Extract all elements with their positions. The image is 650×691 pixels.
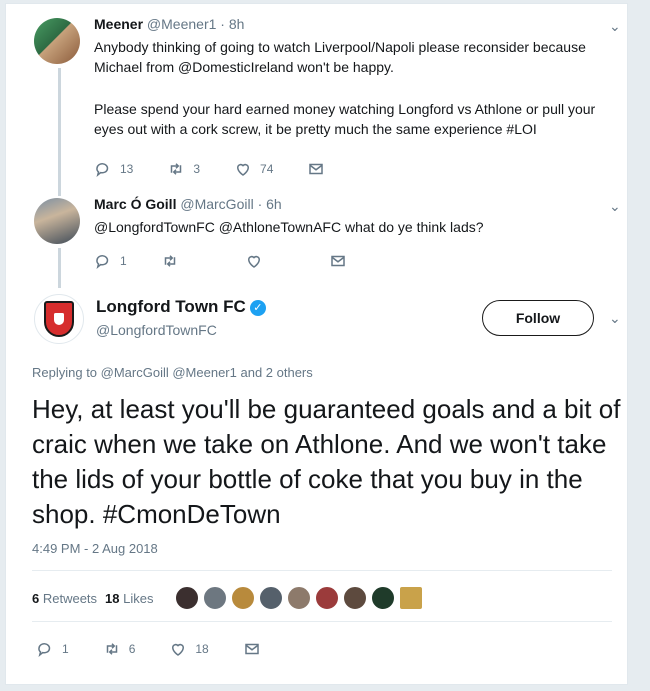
chevron-down-icon[interactable]: ⌄ (609, 310, 621, 327)
retweet-icon (106, 643, 117, 655)
divider (32, 621, 612, 622)
tweet-text: Please spend your hard earned money watc… (94, 101, 596, 137)
liker-avatar[interactable] (315, 586, 340, 610)
dm-button[interactable] (243, 640, 269, 658)
tweet-header: Meener @Meener1 · 8h (94, 15, 244, 33)
replying-suffix[interactable]: and 2 others (237, 365, 312, 380)
thread-line (58, 248, 61, 288)
tweet-actions: 1 (94, 252, 389, 270)
liker-avatar[interactable] (343, 586, 368, 610)
like-count: 18 (195, 642, 209, 656)
reply-icon (38, 643, 51, 657)
replying-users[interactable]: @MarcGoill @Meener1 (101, 365, 237, 380)
user-name[interactable]: Meener (94, 16, 143, 32)
liker-avatar[interactable] (371, 586, 396, 610)
like-button[interactable]: 74 (234, 160, 273, 178)
dm-button[interactable] (329, 252, 355, 270)
tweet-actions: 13 3 74 (94, 160, 367, 178)
dm-icon (309, 163, 324, 175)
dm-icon (244, 643, 259, 655)
retweet-label: Retweets (39, 590, 98, 606)
liker-avatar[interactable] (175, 586, 200, 610)
follow-button[interactable]: Follow (482, 300, 594, 336)
like-icon (237, 163, 250, 176)
liker-avatar[interactable] (259, 586, 284, 610)
divider (32, 570, 612, 571)
retweet-count: 3 (193, 162, 201, 176)
liker-avatar[interactable] (287, 586, 312, 610)
liker-avatar[interactable] (203, 586, 228, 610)
retweet-icon (164, 255, 175, 267)
avatar[interactable] (34, 18, 80, 64)
liker-avatar[interactable] (231, 586, 256, 610)
main-handle-row: @LongfordTownFC (96, 321, 217, 339)
reply-icon (96, 255, 109, 269)
user-name[interactable]: Longford Town FC (96, 297, 246, 316)
user-handle[interactable]: @Meener1 (147, 16, 216, 32)
likes-stat[interactable]: 18 Likes (105, 591, 153, 606)
tweet-thread-card: Meener @Meener1 · 8h ⌄ Anybody thinking … (5, 3, 628, 685)
dm-icon (330, 255, 345, 267)
verified-icon: ✓ (249, 299, 266, 316)
main-tweet-text: Hey, at least you'll be guaranteed goals… (32, 394, 621, 529)
liker-avatar[interactable] (399, 586, 424, 610)
retweet-button[interactable] (161, 252, 187, 270)
timestamp[interactable]: 4:49 PM - 2 Aug 2018 (32, 540, 158, 558)
retweets-stat[interactable]: 6 Retweets (32, 591, 97, 606)
like-button[interactable]: 18 (169, 640, 209, 658)
replying-prefix: Replying to (32, 365, 101, 380)
club-crest-avatar[interactable] (34, 294, 84, 344)
like-button[interactable] (245, 252, 271, 270)
main-tweet-actions: 1 6 18 (36, 640, 303, 658)
user-handle[interactable]: @LongfordTownFC (96, 322, 217, 338)
like-icon (172, 643, 185, 656)
user-handle[interactable]: @MarcGoill (180, 196, 253, 212)
reply-count: 13 (120, 162, 134, 176)
reply-button[interactable]: 1 (36, 640, 69, 658)
reply-button[interactable]: 1 (94, 252, 127, 270)
reply-button[interactable]: 13 (94, 160, 133, 178)
reply-icon (96, 163, 109, 177)
reply-count: 1 (120, 254, 127, 268)
chevron-down-icon[interactable]: ⌄ (609, 198, 621, 215)
thread-line (58, 68, 61, 196)
main-tweet-header: Longford Town FC ✓ (96, 296, 266, 318)
reply-count: 1 (62, 642, 69, 656)
tweet-time[interactable]: · 8h (220, 16, 244, 32)
avatar[interactable] (34, 198, 80, 244)
tweet-text: Anybody thinking of going to watch Liver… (94, 39, 586, 75)
like-count: 74 (260, 162, 274, 176)
retweet-icon (171, 163, 182, 175)
replying-to: Replying to @MarcGoill @Meener1 and 2 ot… (32, 364, 313, 382)
like-label: Likes (119, 590, 154, 606)
retweet-button[interactable]: 6 (103, 640, 136, 658)
retweet-button[interactable]: 3 (167, 160, 200, 178)
chevron-down-icon[interactable]: ⌄ (609, 18, 621, 35)
engagement-stats: 6 Retweets 18 Likes (32, 586, 427, 610)
liker-avatars (175, 586, 427, 610)
club-crest-logo (44, 301, 74, 337)
retweet-count: 6 (128, 642, 136, 656)
like-icon (247, 255, 260, 268)
tweet-text: @LongfordTownFC @AthloneTownAFC what do … (94, 219, 484, 235)
tweet-time[interactable]: · 6h (258, 196, 282, 212)
like-total: 18 (105, 590, 120, 606)
user-name[interactable]: Marc Ó Goill (94, 196, 176, 212)
dm-button[interactable] (307, 160, 333, 178)
tweet-header: Marc Ó Goill @MarcGoill · 6h (94, 195, 282, 213)
